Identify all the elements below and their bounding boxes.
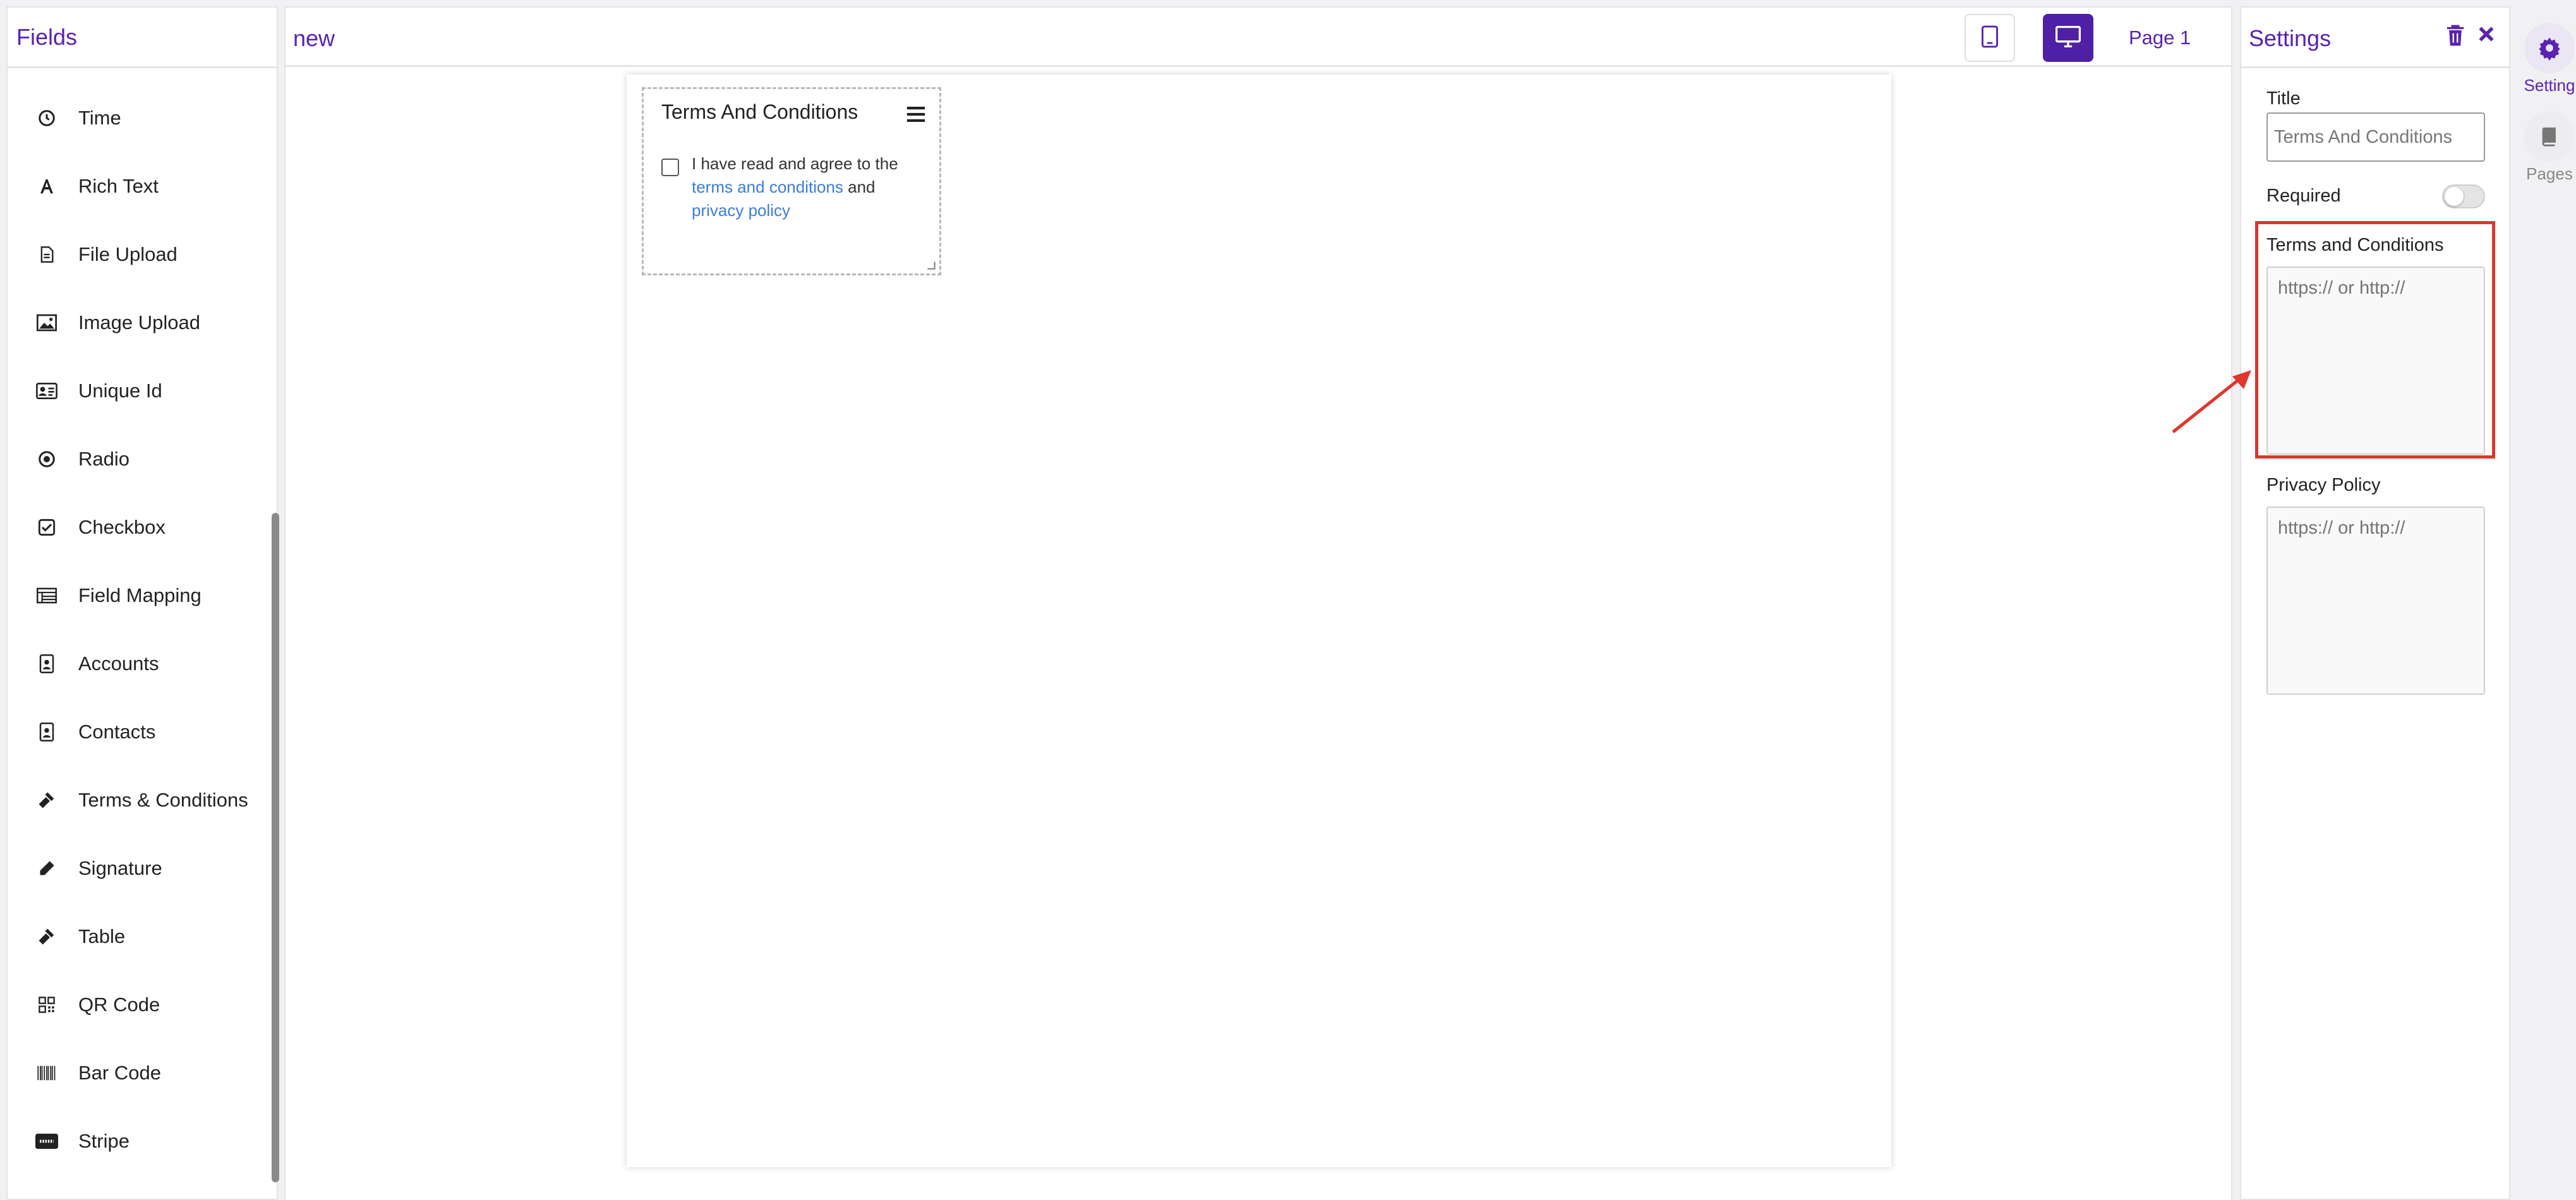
side-tab-settings-label: Setting — [2524, 76, 2575, 95]
privacy-url-textarea[interactable] — [2266, 507, 2485, 695]
field-item-time[interactable]: Time — [8, 90, 273, 147]
top-bar: new Page 1 — [284, 6, 2232, 67]
fields-panel-title: Fields — [16, 23, 78, 50]
field-item-qr-code[interactable]: QR Code — [8, 976, 273, 1033]
field-item-label: Table — [78, 925, 126, 947]
field-item-label: Bar Code — [78, 1062, 161, 1084]
checkbox-icon — [35, 516, 58, 539]
hamburger-menu-icon[interactable] — [905, 104, 929, 127]
id-card-icon — [35, 380, 58, 402]
title-label: Title — [2266, 88, 2301, 109]
agree-text: I have read and agree to the terms and c… — [692, 152, 932, 222]
field-item-stripe[interactable]: Stripe — [8, 1113, 273, 1170]
field-item-label: File Upload — [78, 243, 178, 265]
agree-checkbox[interactable] — [661, 159, 679, 176]
trash-icon[interactable] — [2445, 24, 2470, 49]
gavel-icon — [35, 789, 58, 812]
field-item-label: Time — [78, 107, 121, 129]
form-name[interactable]: new — [293, 25, 335, 52]
field-item-checkbox[interactable]: Checkbox — [8, 499, 273, 556]
field-item-signature[interactable]: Signature — [8, 840, 273, 897]
barcode-icon — [35, 1062, 58, 1084]
image-icon — [35, 311, 58, 334]
clock-icon — [35, 107, 58, 129]
settings-title: Settings — [2249, 25, 2332, 51]
terms-field-card[interactable]: Terms And Conditions I have read and agr… — [642, 87, 941, 275]
contact-badge-icon — [35, 652, 58, 675]
tablet-view-button[interactable] — [1965, 14, 2015, 62]
book-icon — [2524, 111, 2575, 162]
field-item-accounts[interactable]: Accounts — [8, 635, 273, 692]
settings-panel: Settings Title Required Terms and Condit… — [2240, 6, 2510, 1200]
settings-header: Settings — [2241, 8, 2509, 68]
field-item-table[interactable]: Table — [8, 908, 273, 965]
field-item-terms-conditions[interactable]: Terms & Conditions — [8, 772, 273, 829]
toggle-knob — [2445, 187, 2464, 206]
terms-url-label: Terms and Conditions — [2266, 235, 2444, 255]
field-item-rich-text[interactable]: Rich Text — [8, 158, 273, 215]
file-icon — [35, 243, 58, 266]
close-icon[interactable] — [2476, 24, 2501, 49]
table-list-icon — [35, 584, 58, 607]
field-item-label: Rich Text — [78, 175, 159, 197]
required-toggle[interactable] — [2442, 184, 2485, 208]
form-page: Terms And Conditions I have read and agr… — [627, 75, 1891, 1167]
field-item-image-upload[interactable]: Image Upload — [8, 294, 273, 351]
annotation-arrow — [2172, 370, 2251, 433]
fields-panel: Fields Time Rich Text File Upload Image … — [6, 6, 279, 1200]
field-item-unique-id[interactable]: Unique Id — [8, 363, 273, 419]
field-item-contacts[interactable]: Contacts — [8, 704, 273, 760]
required-label: Required — [2266, 186, 2341, 206]
contact-badge-icon — [35, 721, 58, 743]
tablet-icon — [1982, 25, 1998, 51]
field-item-label: Stripe — [78, 1130, 129, 1152]
terms-link[interactable]: terms and conditions — [692, 177, 843, 196]
field-item-label: QR Code — [78, 993, 160, 1016]
fields-scrollbar[interactable] — [272, 513, 279, 1182]
qr-code-icon — [35, 993, 58, 1016]
agree-text-and: and — [848, 177, 876, 196]
field-item-label: Checkbox — [78, 516, 166, 538]
field-item-bar-code[interactable]: Bar Code — [8, 1045, 273, 1101]
agree-text-before: I have read and agree to the — [692, 154, 898, 173]
gavel-icon — [35, 925, 58, 948]
font-icon — [35, 175, 58, 198]
field-item-label: Unique Id — [78, 380, 162, 402]
form-canvas: Terms And Conditions I have read and agr… — [284, 67, 2232, 1200]
page-selector[interactable]: Page 1 — [2129, 27, 2191, 49]
stripe-icon — [35, 1130, 58, 1153]
radio-icon — [35, 448, 58, 471]
desktop-view-button[interactable] — [2043, 14, 2093, 62]
field-item-label: Image Upload — [78, 311, 201, 333]
field-item-radio[interactable]: Radio — [8, 431, 273, 488]
field-card-title: Terms And Conditions — [661, 100, 858, 123]
terms-url-textarea[interactable] — [2266, 267, 2485, 455]
pen-icon — [35, 857, 58, 880]
field-item-label: Accounts — [78, 652, 159, 675]
field-item-label: Radio — [78, 448, 129, 470]
side-tab-pages[interactable]: Pages — [2517, 111, 2576, 184]
privacy-url-label: Privacy Policy — [2266, 475, 2381, 495]
field-item-label: Terms & Conditions — [78, 789, 248, 811]
title-input[interactable] — [2266, 112, 2485, 162]
field-item-label: Contacts — [78, 721, 156, 743]
desktop-icon — [2055, 25, 2081, 51]
resize-handle-icon[interactable] — [927, 261, 936, 270]
privacy-link[interactable]: privacy policy — [692, 201, 790, 220]
side-tab-settings[interactable]: Setting — [2517, 23, 2576, 95]
side-tab-pages-label: Pages — [2526, 164, 2573, 183]
field-item-label: Signature — [78, 857, 162, 879]
gear-icon — [2524, 23, 2575, 73]
form-builder-app: Fields Time Rich Text File Upload Image … — [0, 0, 2576, 1200]
field-item-field-mapping[interactable]: Field Mapping — [8, 567, 273, 624]
field-item-label: Field Mapping — [78, 584, 202, 606]
fields-panel-header: Fields — [8, 8, 277, 68]
field-item-file-upload[interactable]: File Upload — [8, 226, 273, 283]
